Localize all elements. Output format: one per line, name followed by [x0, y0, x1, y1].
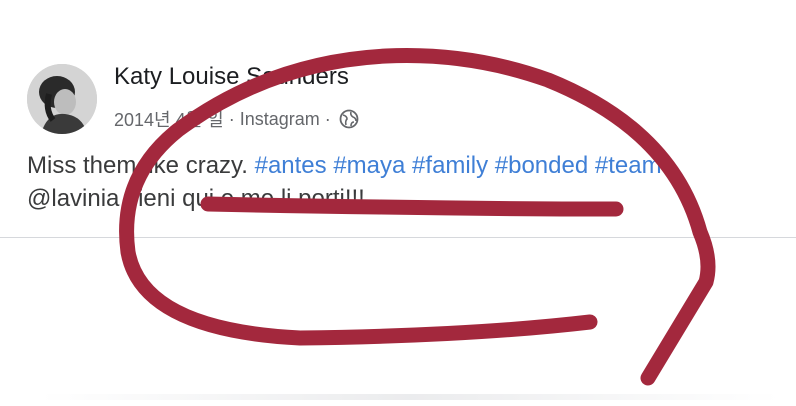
hashtag-link[interactable]: #team: [595, 152, 662, 179]
avatar[interactable]: [27, 64, 97, 134]
divider: [0, 237, 796, 238]
meta-separator: ·: [228, 108, 235, 129]
post-source: Instagram: [239, 108, 320, 129]
facebook-post: Katy Louise Saunders 2014년 4월 일 · Instag…: [0, 0, 796, 406]
post-text: Miss them like crazy. #antes #maya #fami…: [27, 149, 787, 215]
hashtag-link[interactable]: #maya: [333, 152, 405, 179]
author-name-link[interactable]: Katy Louise Saunders: [114, 63, 349, 91]
post-meta: 2014년 4월 일 · Instagram ·: [114, 106, 359, 132]
post-text-line-1: Miss them like crazy. #antes #maya #fami…: [27, 149, 787, 182]
post-text-period: .: [661, 152, 669, 179]
globe-icon[interactable]: [339, 109, 359, 129]
meta-separator: ·: [324, 108, 331, 129]
post-text-plain: Miss them like crazy.: [27, 152, 255, 179]
hashtag-link[interactable]: #antes: [255, 152, 327, 179]
avatar-photo: [27, 64, 97, 134]
hashtag-link[interactable]: #bonded: [495, 152, 588, 179]
next-content-fade: [40, 394, 780, 400]
hashtag-link[interactable]: #family: [412, 152, 488, 179]
post-date-link[interactable]: 2014년 4월 일: [114, 106, 224, 132]
post-text-line-2: @lavinia vieni qui e me li porti!!!: [27, 185, 365, 212]
